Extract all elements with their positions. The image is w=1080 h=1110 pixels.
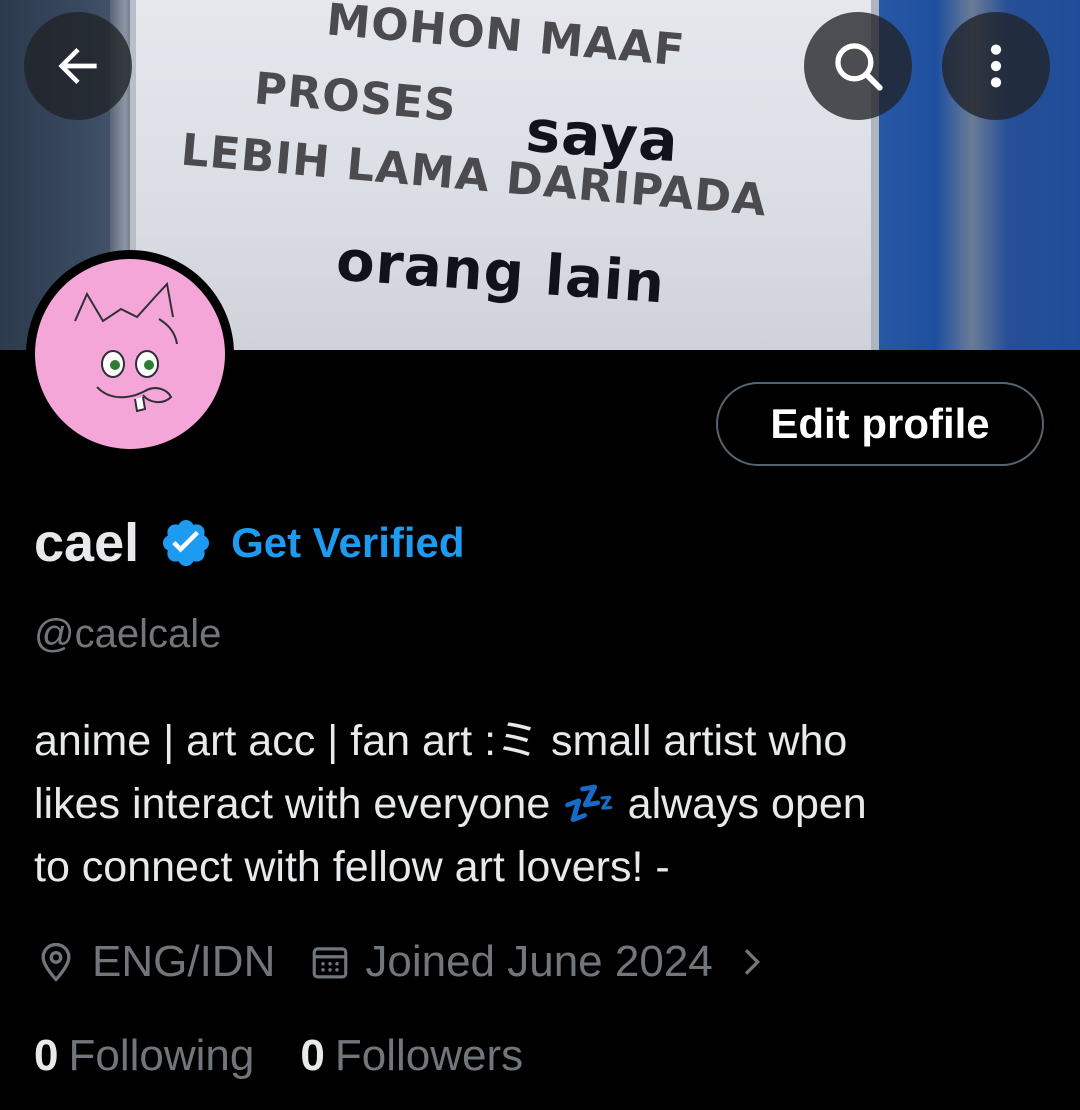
sign-text-line-3: LEBIH LAMA DARIPADA (178, 124, 770, 227)
followers-count: 0 (300, 1031, 325, 1080)
profile-meta-row: ENG/IDN Joined June 2024 (34, 930, 771, 994)
sign-handwritten-2: orang lain (334, 228, 668, 317)
sign-text-line-2: PROSES (252, 63, 459, 132)
chevron-right-icon[interactable] (731, 942, 771, 982)
verified-badge-icon[interactable] (159, 516, 213, 570)
profile-avatar[interactable] (26, 250, 234, 458)
display-name: cael (34, 513, 140, 573)
user-handle: @caelcale (34, 612, 222, 656)
name-row: cael Get Verified (34, 508, 465, 578)
bio-line: anime | art acc | fan art :ミ small artis… (34, 717, 848, 765)
get-verified-link[interactable]: Get Verified (231, 519, 464, 567)
location-pin-icon (41, 942, 71, 982)
following-link[interactable]: 0 Following (34, 1031, 254, 1081)
profile-bio: anime | art acc | fan art :ミ small artis… (34, 710, 1034, 899)
avatar-image (35, 259, 225, 449)
search-button[interactable] (804, 12, 912, 120)
following-label: Following (68, 1031, 255, 1080)
follow-stats: 0 Following 0 Followers (34, 1025, 523, 1087)
calendar-icon (313, 947, 348, 979)
followers-link[interactable]: 0 Followers (300, 1031, 523, 1081)
more-vertical-icon (990, 44, 1002, 88)
joined-date: Joined June 2024 (365, 937, 713, 986)
banner-sign: MOHON MAAF PROSES saya LEBIH LAMA DARIPA… (130, 0, 879, 350)
bio-line: to connect with fellow art lovers! - (34, 843, 670, 891)
followers-label: Followers (334, 1031, 524, 1080)
arrow-left-icon (58, 48, 97, 84)
back-button[interactable] (24, 12, 132, 120)
location-text: ENG/IDN (92, 937, 276, 986)
sign-text-line-1: MOHON MAAF (324, 0, 688, 77)
bio-line: likes interact with everyone 💤 always op… (34, 780, 867, 828)
more-options-button[interactable] (942, 12, 1050, 120)
edit-profile-button[interactable]: Edit profile (716, 382, 1044, 466)
search-icon (835, 43, 883, 91)
following-count: 0 (34, 1031, 59, 1080)
